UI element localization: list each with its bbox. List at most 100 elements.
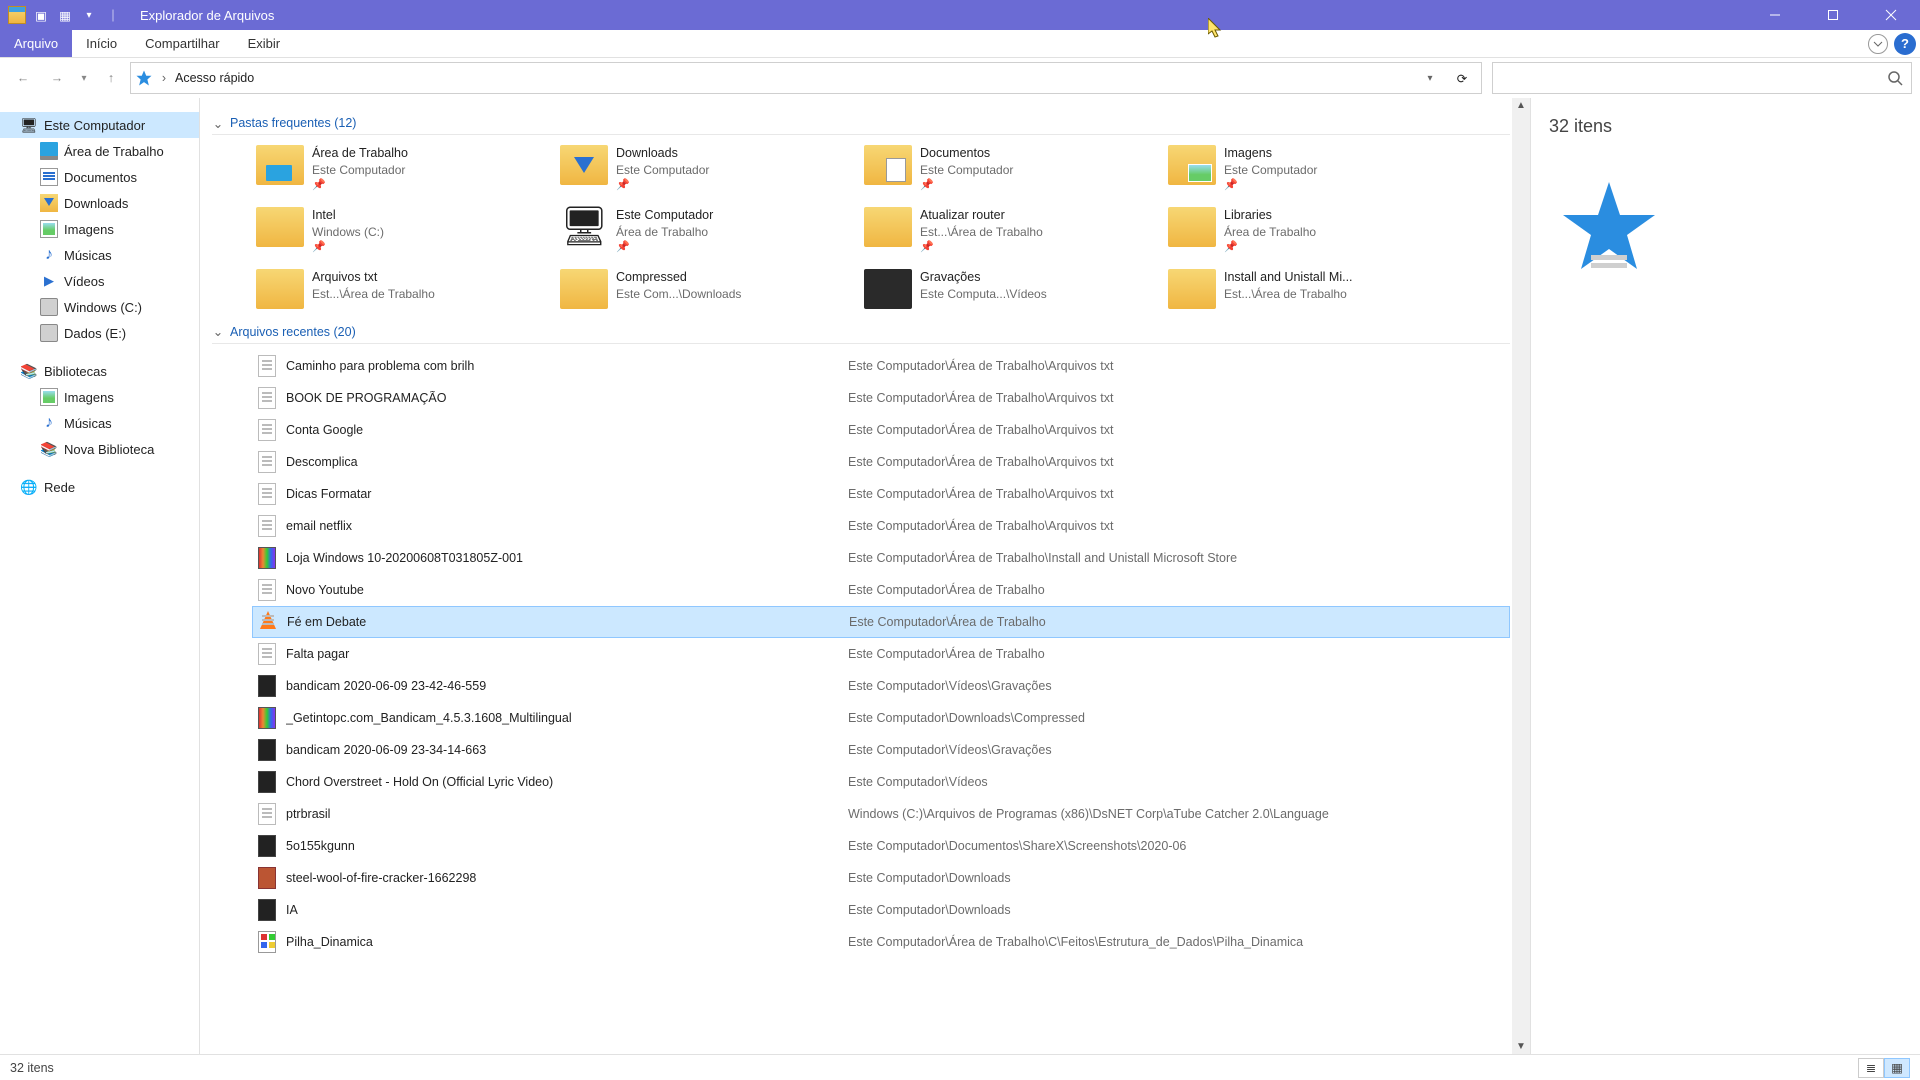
- tree-images[interactable]: Imagens: [0, 216, 199, 242]
- file-path: Este Computador\Downloads: [848, 903, 1504, 917]
- scroll-down-icon[interactable]: ▼: [1516, 1041, 1526, 1052]
- recent-file-row[interactable]: 5o155kgunnEste Computador\Documentos\Sha…: [252, 830, 1510, 862]
- recent-file-row[interactable]: DescomplicaEste Computador\Área de Traba…: [252, 446, 1510, 478]
- folder-item[interactable]: DocumentosEste Computador📌: [860, 141, 1150, 197]
- tree-documents[interactable]: Documentos: [0, 164, 199, 190]
- recent-file-row[interactable]: Caminho para problema com brilhEste Comp…: [252, 350, 1510, 382]
- nav-recent-dropdown[interactable]: ▾: [76, 64, 92, 92]
- folder-item[interactable]: DownloadsEste Computador📌: [556, 141, 846, 197]
- folder-item[interactable]: GravaçõesEste Computa...\Vídeos: [860, 265, 1150, 313]
- nav-back-button[interactable]: ←: [8, 64, 38, 92]
- tab-arquivo[interactable]: Arquivo: [0, 30, 72, 57]
- view-tiles-button[interactable]: ▦: [1884, 1058, 1910, 1078]
- minimize-button[interactable]: [1746, 0, 1804, 30]
- group-frequent-folders[interactable]: ⌄ Pastas frequentes (12): [212, 112, 1510, 135]
- recent-file-row[interactable]: bandicam 2020-06-09 23-34-14-663Este Com…: [252, 734, 1510, 766]
- qat-dropdown-icon[interactable]: ▾: [78, 4, 100, 26]
- view-details-button[interactable]: ≣: [1858, 1058, 1884, 1078]
- recent-file-row[interactable]: Conta GoogleEste Computador\Área de Trab…: [252, 414, 1510, 446]
- breadcrumb-segment[interactable]: Acesso rápido: [175, 71, 254, 85]
- folder-item[interactable]: LibrariesÁrea de Trabalho📌: [1164, 203, 1454, 259]
- help-icon[interactable]: ?: [1894, 33, 1916, 55]
- folder-item[interactable]: ImagensEste Computador📌: [1164, 141, 1454, 197]
- breadcrumb-chevron-icon[interactable]: ›: [159, 71, 169, 85]
- qat-newfolder-icon[interactable]: ▦: [54, 4, 76, 26]
- folder-icon: [864, 269, 912, 309]
- file-icon: [258, 547, 276, 569]
- group-recent-files[interactable]: ⌄ Arquivos recentes (20): [212, 321, 1510, 344]
- recent-file-row[interactable]: Dicas FormatarEste Computador\Área de Tr…: [252, 478, 1510, 510]
- app-icon[interactable]: [6, 4, 28, 26]
- ribbon-tabs: Arquivo Início Compartilhar Exibir ?: [0, 30, 1920, 58]
- folder-item[interactable]: CompressedEste Com...\Downloads: [556, 265, 846, 313]
- file-path: Este Computador\Downloads\Compressed: [848, 711, 1504, 725]
- refresh-button[interactable]: ⟳: [1447, 63, 1477, 93]
- recent-file-row[interactable]: Falta pagarEste Computador\Área de Traba…: [252, 638, 1510, 670]
- folder-item[interactable]: Este ComputadorÁrea de Trabalho📌: [556, 203, 846, 259]
- file-path: Este Computador\Área de Trabalho\Arquivo…: [848, 519, 1504, 533]
- content-area: ⌄ Pastas frequentes (12) Área de Trabalh…: [200, 98, 1530, 1054]
- group-label: Arquivos recentes (20): [230, 325, 356, 339]
- tab-compartilhar[interactable]: Compartilhar: [131, 30, 233, 57]
- qat-properties-icon[interactable]: ▣: [30, 4, 52, 26]
- folder-icon: [256, 207, 304, 247]
- folder-item[interactable]: Install and Unistall Mi...Est...\Área de…: [1164, 265, 1454, 313]
- file-path: Este Computador\Downloads: [848, 871, 1504, 885]
- recent-file-row[interactable]: IAEste Computador\Downloads: [252, 894, 1510, 926]
- tree-lib-new[interactable]: Nova Biblioteca: [0, 436, 199, 462]
- tree-lib-images[interactable]: Imagens: [0, 384, 199, 410]
- nav-up-button[interactable]: ↑: [96, 64, 126, 92]
- folder-name: Área de Trabalho: [312, 145, 408, 162]
- tree-downloads[interactable]: Downloads: [0, 190, 199, 216]
- recent-file-row[interactable]: Chord Overstreet - Hold On (Official Lyr…: [252, 766, 1510, 798]
- recent-file-row[interactable]: _Getintopc.com_Bandicam_4.5.3.1608_Multi…: [252, 702, 1510, 734]
- recent-file-row[interactable]: steel-wool-of-fire-cracker-1662298Este C…: [252, 862, 1510, 894]
- tree-libraries[interactable]: Bibliotecas: [0, 358, 199, 384]
- recent-file-row[interactable]: bandicam 2020-06-09 23-42-46-559Este Com…: [252, 670, 1510, 702]
- library-icon: [40, 440, 58, 458]
- tree-this-pc[interactable]: Este Computador: [0, 112, 199, 138]
- tree-desktop[interactable]: Área de Trabalho: [0, 138, 199, 164]
- close-button[interactable]: [1862, 0, 1920, 30]
- recent-file-row[interactable]: BOOK DE PROGRAMAÇÃOEste Computador\Área …: [252, 382, 1510, 414]
- address-bar[interactable]: › Acesso rápido ▾ ⟳: [130, 62, 1482, 94]
- tab-inicio[interactable]: Início: [72, 30, 131, 57]
- nav-forward-button[interactable]: →: [42, 64, 72, 92]
- navigation-tree[interactable]: Este Computador Área de Trabalho Documen…: [0, 98, 200, 1054]
- file-icon: [258, 675, 276, 697]
- recent-file-row[interactable]: ptrbrasilWindows (C:)\Arquivos de Progra…: [252, 798, 1510, 830]
- search-input[interactable]: [1492, 62, 1912, 94]
- folder-item[interactable]: Área de TrabalhoEste Computador📌: [252, 141, 542, 197]
- file-path: Este Computador\Área de Trabalho: [849, 615, 1503, 629]
- recent-file-row[interactable]: Fé em DebateEste Computador\Área de Trab…: [252, 606, 1510, 638]
- folder-item[interactable]: Arquivos txtEst...\Área de Trabalho: [252, 265, 542, 313]
- folder-icon: [1168, 145, 1216, 185]
- folder-name: Intel: [312, 207, 384, 224]
- file-icon: [258, 387, 276, 409]
- tree-drive-c[interactable]: Windows (C:): [0, 294, 199, 320]
- folder-item[interactable]: Atualizar routerEst...\Área de Trabalho📌: [860, 203, 1150, 259]
- maximize-button[interactable]: [1804, 0, 1862, 30]
- tree-drive-e[interactable]: Dados (E:): [0, 320, 199, 346]
- folder-item[interactable]: IntelWindows (C:)📌: [252, 203, 542, 259]
- pin-icon: 📌: [1224, 240, 1316, 255]
- recent-file-row[interactable]: Loja Windows 10-20200608T031805Z-001Este…: [252, 542, 1510, 574]
- tree-videos[interactable]: Vídeos: [0, 268, 199, 294]
- tree-network[interactable]: Rede: [0, 474, 199, 500]
- image-icon: [40, 220, 58, 238]
- recent-file-row[interactable]: Novo YoutubeEste Computador\Área de Trab…: [252, 574, 1510, 606]
- tree-lib-music[interactable]: Músicas: [0, 410, 199, 436]
- tree-music[interactable]: Músicas: [0, 242, 199, 268]
- recent-file-row[interactable]: email netflixEste Computador\Área de Tra…: [252, 510, 1510, 542]
- address-dropdown-icon[interactable]: ▾: [1415, 63, 1445, 93]
- ribbon-collapse-icon[interactable]: [1868, 34, 1888, 54]
- vertical-scrollbar[interactable]: ▲ ▼: [1512, 98, 1530, 1054]
- tab-exibir[interactable]: Exibir: [234, 30, 295, 57]
- scroll-up-icon[interactable]: ▲: [1516, 100, 1526, 111]
- quick-access-star-icon: [135, 69, 153, 87]
- pc-icon: [20, 116, 38, 134]
- image-icon: [40, 388, 58, 406]
- file-name: Descomplica: [286, 455, 838, 469]
- file-name: Loja Windows 10-20200608T031805Z-001: [286, 551, 838, 565]
- recent-file-row[interactable]: Pilha_DinamicaEste Computador\Área de Tr…: [252, 926, 1510, 958]
